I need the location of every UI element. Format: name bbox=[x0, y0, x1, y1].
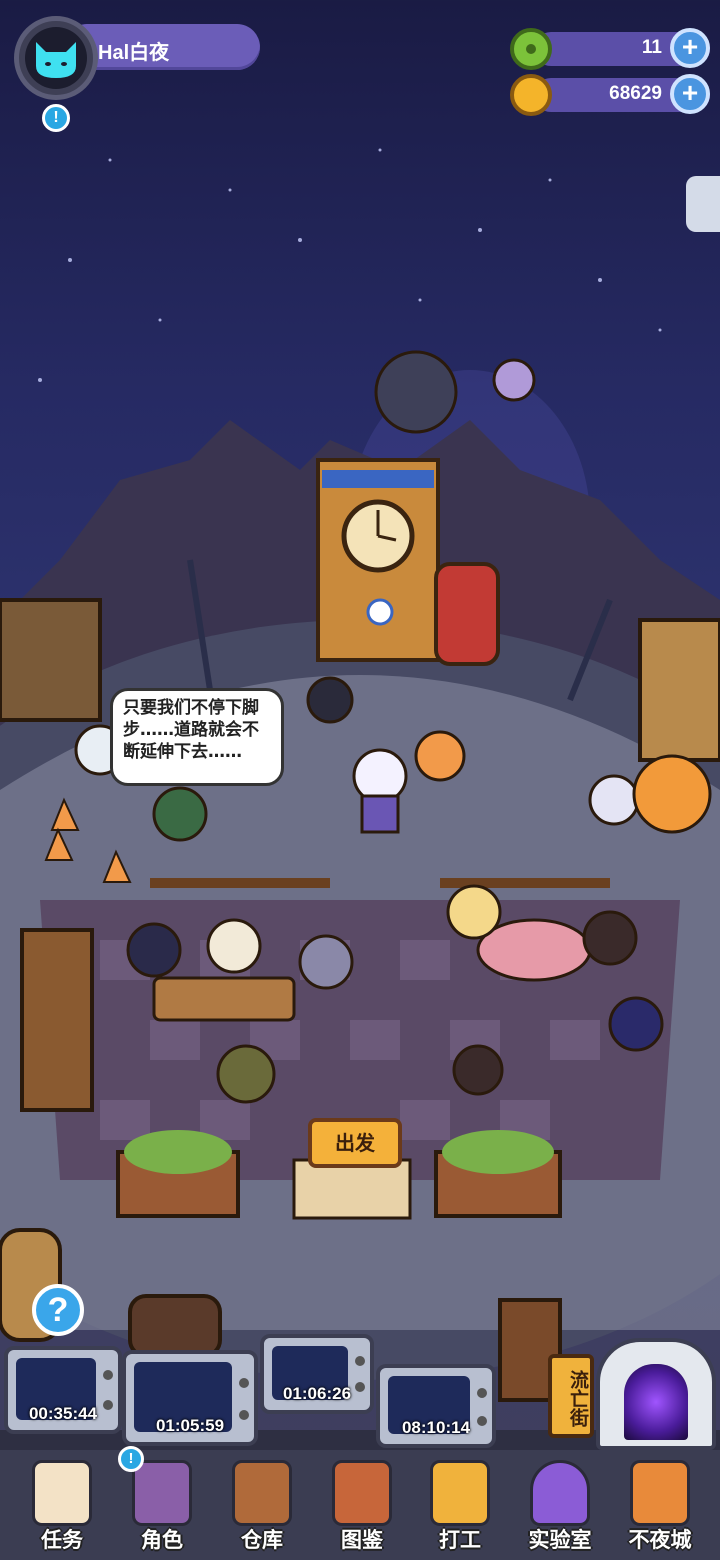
nav-label: 不夜城 bbox=[628, 1528, 692, 1552]
nav-encyclopedia[interactable]: 图鉴 bbox=[314, 1454, 410, 1558]
encyclopedia-book-icon bbox=[332, 1460, 392, 1526]
nav-label: 仓库 bbox=[241, 1528, 283, 1552]
cat-face-icon bbox=[36, 42, 76, 78]
player-avatar[interactable] bbox=[14, 16, 98, 100]
timer-countdown: 08:10:14 bbox=[401, 1418, 471, 1437]
bottom-nav: 任务 ! 角色 仓库 图鉴 打工 实验室 不夜城 bbox=[0, 1446, 720, 1560]
side-drawer-handle[interactable] bbox=[686, 176, 720, 232]
timer-machine-1[interactable]: 00:35:44 bbox=[4, 1346, 122, 1434]
coin-currency: 68629 + bbox=[510, 74, 710, 116]
town-scene bbox=[0, 0, 720, 1560]
storage-chest-icon bbox=[232, 1460, 292, 1526]
character-alert-icon: ! bbox=[118, 1446, 144, 1472]
donut-count: 11 bbox=[641, 37, 662, 58]
nav-label: 图鉴 bbox=[341, 1528, 383, 1552]
nav-character[interactable]: ! 角色 bbox=[114, 1446, 210, 1558]
gold-planet-coin-icon bbox=[510, 74, 552, 116]
timer-machine-3[interactable]: 01:06:26 bbox=[260, 1334, 374, 1414]
work-monitor-icon bbox=[430, 1460, 490, 1526]
green-donut-icon bbox=[510, 28, 552, 70]
profile-alert-icon[interactable]: ! bbox=[42, 104, 70, 132]
nav-lab[interactable]: 实验室 bbox=[512, 1454, 608, 1558]
depart-button[interactable]: 出发 bbox=[308, 1118, 402, 1168]
timer-machine-4[interactable]: 08:10:14 bbox=[376, 1364, 496, 1448]
nav-label: 任务 bbox=[41, 1528, 83, 1552]
portal-vortex-icon bbox=[624, 1364, 688, 1440]
nav-work[interactable]: 打工 bbox=[412, 1454, 508, 1558]
add-coin-button[interactable]: + bbox=[670, 74, 710, 114]
help-button[interactable]: ? bbox=[32, 1284, 84, 1336]
exile-street-sign[interactable]: 流亡街 bbox=[548, 1354, 594, 1438]
knob-icon bbox=[103, 1370, 113, 1380]
lab-flask-icon bbox=[530, 1460, 590, 1526]
portal-gate[interactable] bbox=[596, 1338, 716, 1450]
avatar-frame bbox=[25, 27, 87, 89]
add-donut-button[interactable]: + bbox=[670, 28, 710, 68]
nav-label: 打工 bbox=[439, 1528, 481, 1552]
knob-icon bbox=[477, 1388, 487, 1398]
knob-icon bbox=[239, 1378, 249, 1388]
knob-icon bbox=[355, 1356, 365, 1366]
nav-label: 实验室 bbox=[528, 1528, 592, 1552]
player-name: Hal白夜 bbox=[98, 42, 170, 64]
task-scroll-icon bbox=[32, 1460, 92, 1526]
character-speech-bubble: 只要我们不停下脚步……道路就会不断延伸下去…… bbox=[110, 688, 284, 786]
nav-task[interactable]: 任务 bbox=[14, 1454, 110, 1558]
nav-sleepless-city[interactable]: 不夜城 bbox=[612, 1454, 708, 1558]
nav-storage[interactable]: 仓库 bbox=[214, 1454, 310, 1558]
character-portrait-icon bbox=[132, 1460, 192, 1526]
timer-countdown: 01:06:26 bbox=[282, 1384, 352, 1403]
timer-countdown: 00:35:44 bbox=[28, 1404, 98, 1423]
timer-machine-2[interactable]: 01:05:59 bbox=[122, 1350, 258, 1446]
nav-label: 角色 bbox=[141, 1528, 183, 1552]
coin-count: 68629 bbox=[609, 83, 662, 104]
scene-art bbox=[0, 148, 720, 1454]
donut-currency: 11 + bbox=[510, 28, 710, 70]
player-profile[interactable]: Hal白夜 bbox=[14, 16, 260, 100]
timer-countdown: 01:05:59 bbox=[155, 1416, 225, 1435]
cat-city-icon bbox=[630, 1460, 690, 1526]
